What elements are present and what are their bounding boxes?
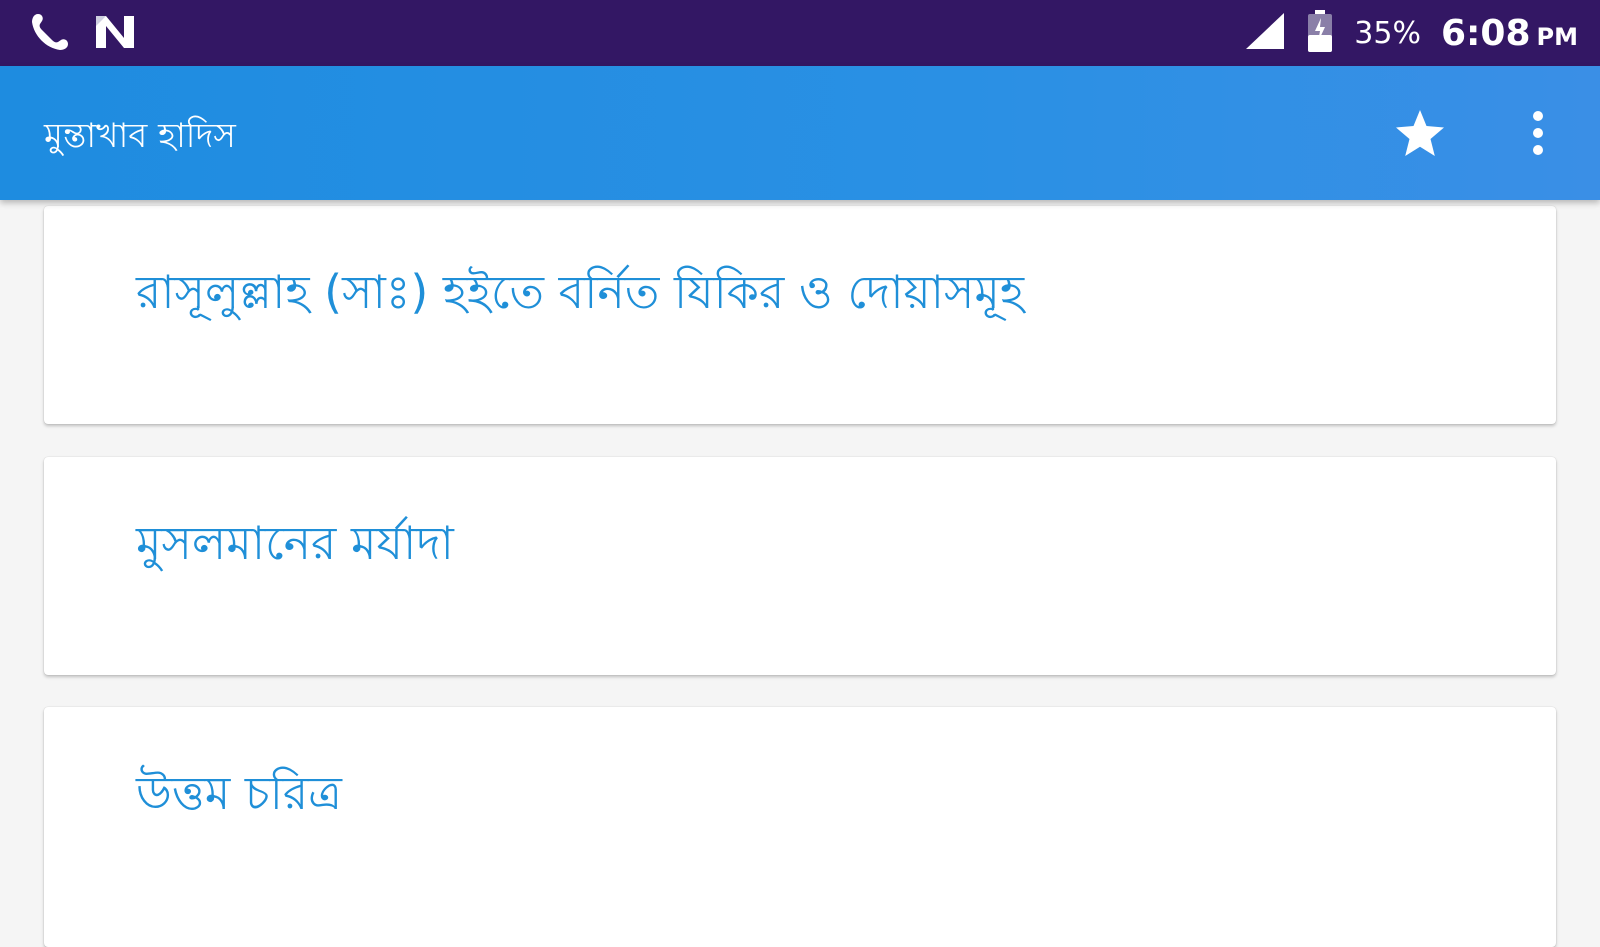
chapter-card[interactable]: উত্তম চরিত্র bbox=[44, 707, 1556, 947]
clock: 6:08 PM bbox=[1441, 13, 1578, 54]
app-title: মুন্তাখাব হাদিস bbox=[44, 116, 236, 156]
status-bar-left bbox=[28, 12, 138, 56]
status-bar-right: 35% 6:08 PM bbox=[1244, 10, 1578, 56]
status-bar: 35% 6:08 PM bbox=[0, 0, 1600, 66]
phone-icon bbox=[28, 10, 72, 58]
more-vert-icon bbox=[1533, 111, 1543, 155]
star-icon bbox=[1396, 110, 1444, 156]
more-options-button[interactable] bbox=[1516, 106, 1560, 162]
app-bar: মুন্তাখাব হাদিস bbox=[0, 66, 1600, 200]
chapter-title: মুসলমানের মর্যাদা bbox=[136, 516, 454, 570]
clock-ampm: PM bbox=[1536, 22, 1578, 51]
battery-icon bbox=[1306, 9, 1334, 57]
battery-percent: 35% bbox=[1354, 15, 1421, 51]
chapter-title: উত্তম চরিত্র bbox=[136, 766, 342, 820]
signal-icon bbox=[1244, 11, 1286, 55]
chapter-card[interactable]: রাসূলুল্লাহ (সাঃ) হইতে বর্নিত যিকির ও দো… bbox=[44, 206, 1556, 424]
chapter-title: রাসূলুল্লাহ (সাঃ) হইতে বর্নিত যিকির ও দো… bbox=[136, 265, 1025, 319]
chapter-card[interactable]: মুসলমানের মর্যাদা bbox=[44, 457, 1556, 675]
clock-time: 6:08 bbox=[1440, 12, 1531, 54]
chapter-list: রাসূলুল্লাহ (সাঃ) হইতে বর্নিত যিকির ও দো… bbox=[0, 200, 1600, 947]
n-notification-icon bbox=[92, 12, 138, 56]
favorites-button[interactable] bbox=[1392, 106, 1448, 162]
